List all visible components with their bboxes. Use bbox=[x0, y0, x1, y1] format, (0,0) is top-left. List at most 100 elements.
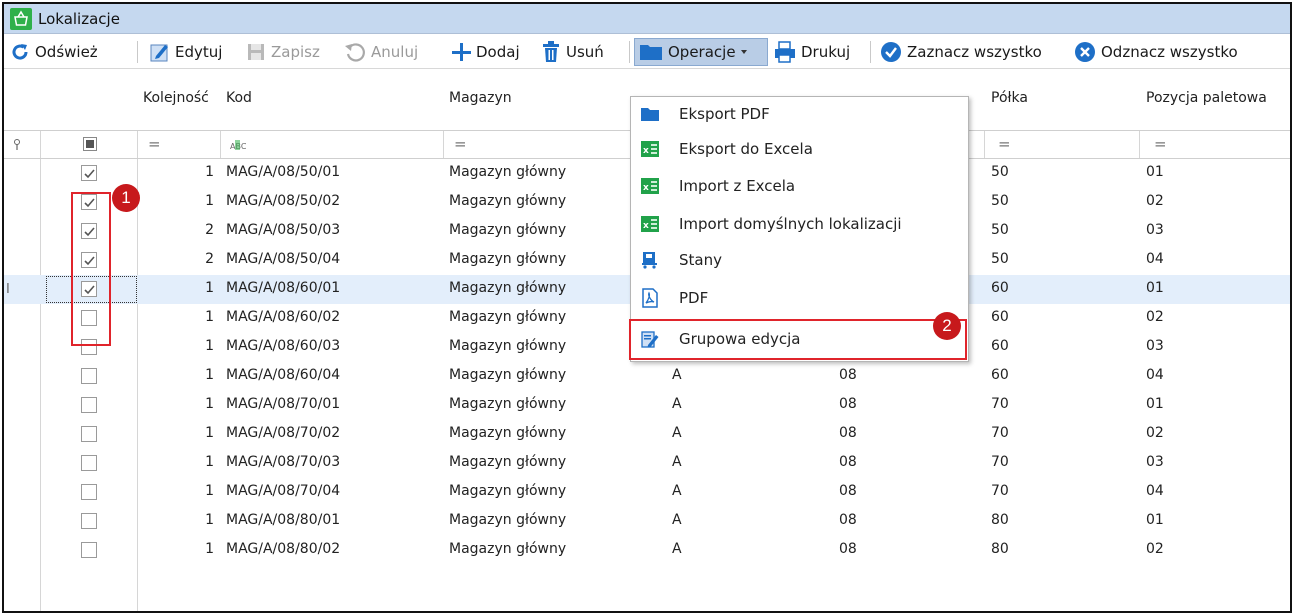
row-checkbox[interactable] bbox=[81, 513, 97, 529]
cell-order: 1 bbox=[205, 454, 214, 470]
row-checkbox[interactable] bbox=[81, 484, 97, 500]
select-all-checkbox[interactable] bbox=[83, 137, 97, 151]
cell-rack: 08 bbox=[839, 425, 857, 441]
row-checkbox[interactable] bbox=[81, 165, 97, 181]
cell-warehouse: Magazyn główny bbox=[449, 512, 567, 528]
cell-order: 1 bbox=[205, 396, 214, 412]
cell-code: MAG/A/08/50/02 bbox=[226, 193, 341, 209]
locations-window: Lokalizacje Odśwież Edytuj Zapisz Anuluj… bbox=[2, 2, 1292, 613]
row-checkbox[interactable] bbox=[81, 455, 97, 471]
filter-pin-icon bbox=[14, 139, 20, 150]
print-button[interactable]: Drukuj bbox=[774, 38, 850, 66]
column-header-pallet-position[interactable]: Pozycja paletowa bbox=[1146, 90, 1267, 106]
cell-rack: 08 bbox=[839, 512, 857, 528]
delete-button[interactable]: Usuń bbox=[541, 38, 604, 66]
cell-order: 1 bbox=[205, 425, 214, 441]
cell-code: MAG/A/08/50/03 bbox=[226, 222, 341, 238]
cell-pallet-position: 01 bbox=[1146, 512, 1164, 528]
cell-shelf: 50 bbox=[991, 164, 1009, 180]
filter-order[interactable]: = bbox=[148, 135, 161, 153]
cell-warehouse: Magazyn główny bbox=[449, 367, 567, 383]
cell-code: MAG/A/08/70/03 bbox=[226, 454, 341, 470]
toolbar-divider bbox=[870, 41, 871, 63]
edit-button[interactable]: Edytuj bbox=[150, 38, 222, 66]
save-button[interactable]: Zapisz bbox=[246, 38, 320, 66]
add-button[interactable]: Dodaj bbox=[451, 38, 520, 66]
cell-code: MAG/A/08/80/02 bbox=[226, 541, 341, 557]
column-header-code[interactable]: Kod bbox=[226, 90, 252, 106]
row-indicator-icon: I bbox=[6, 282, 10, 297]
filter-pallet-position[interactable]: = bbox=[1154, 135, 1167, 153]
table-row[interactable]: 1 MAG/A/08/60/04 Magazyn główny A 08 60 04 bbox=[4, 362, 1290, 391]
menu-item-export-excel[interactable]: x Eksport do Excela bbox=[631, 132, 968, 167]
menu-item-stock[interactable]: Stany bbox=[631, 243, 968, 278]
svg-text:x: x bbox=[643, 221, 649, 231]
cell-shelf: 80 bbox=[991, 512, 1009, 528]
trash-icon bbox=[543, 41, 559, 62]
refresh-button[interactable]: Odśwież bbox=[10, 38, 98, 66]
column-header-warehouse[interactable]: Magazyn bbox=[449, 90, 512, 106]
cell-order: 1 bbox=[205, 193, 214, 209]
svg-text:x: x bbox=[643, 146, 649, 156]
row-checkbox[interactable] bbox=[81, 542, 97, 558]
table-row[interactable]: 1 MAG/A/08/70/03 Magazyn główny A 08 70 03 bbox=[4, 449, 1290, 478]
row-checkbox[interactable] bbox=[81, 368, 97, 384]
cell-warehouse: Magazyn główny bbox=[449, 309, 567, 325]
basket-icon bbox=[10, 8, 32, 30]
undo-icon bbox=[345, 43, 365, 62]
toolbar-divider bbox=[629, 41, 630, 63]
cell-pallet-position: 03 bbox=[1146, 454, 1164, 470]
cell-code: MAG/A/08/60/04 bbox=[226, 367, 341, 383]
cell-zone: A bbox=[672, 454, 682, 470]
folder-icon bbox=[641, 108, 659, 121]
cell-code: MAG/A/08/60/02 bbox=[226, 309, 341, 325]
cell-shelf: 80 bbox=[991, 541, 1009, 557]
cell-pallet-position: 01 bbox=[1146, 164, 1164, 180]
cell-pallet-position: 02 bbox=[1146, 193, 1164, 209]
menu-item-pdf[interactable]: PDF bbox=[631, 281, 968, 316]
excel-icon: x bbox=[641, 141, 659, 157]
cell-shelf: 60 bbox=[991, 367, 1009, 383]
cell-code: MAG/A/08/80/01 bbox=[226, 512, 341, 528]
cell-zone: A bbox=[672, 483, 682, 499]
column-header-shelf[interactable]: Półka bbox=[991, 90, 1028, 106]
column-header-order[interactable]: Kolejność bbox=[143, 90, 209, 106]
cell-pallet-position: 03 bbox=[1146, 338, 1164, 354]
deselect-all-button[interactable]: Odznacz wszystko bbox=[1074, 38, 1238, 66]
cancel-button[interactable]: Anuluj bbox=[344, 38, 418, 66]
operations-dropdown-button[interactable]: Operacje bbox=[634, 38, 768, 66]
row-checkbox[interactable] bbox=[81, 426, 97, 442]
menu-item-import-excel[interactable]: x Import z Excela bbox=[631, 169, 968, 204]
table-row[interactable]: 1 MAG/A/08/70/04 Magazyn główny A 08 70 04 bbox=[4, 478, 1290, 507]
row-checkbox[interactable] bbox=[81, 397, 97, 413]
cell-warehouse: Magazyn główny bbox=[449, 396, 567, 412]
cell-shelf: 50 bbox=[991, 193, 1009, 209]
table-row[interactable]: 1 MAG/A/08/80/01 Magazyn główny A 08 80 01 bbox=[4, 507, 1290, 536]
table-row[interactable]: 1 MAG/A/08/70/02 Magazyn główny A 08 70 02 bbox=[4, 420, 1290, 449]
cell-zone: A bbox=[672, 541, 682, 557]
cell-zone: A bbox=[672, 367, 682, 383]
cell-shelf: 70 bbox=[991, 396, 1009, 412]
filter-warehouse[interactable]: = bbox=[454, 135, 467, 153]
menu-item-import-default-locations[interactable]: x Import domyślnych lokalizacji bbox=[631, 207, 968, 242]
pdf-icon bbox=[642, 288, 658, 308]
cell-pallet-position: 02 bbox=[1146, 309, 1164, 325]
cell-code: MAG/A/08/50/01 bbox=[226, 164, 341, 180]
table-row[interactable]: 1 MAG/A/08/80/02 Magazyn główny A 08 80 02 bbox=[4, 536, 1290, 565]
cell-pallet-position: 04 bbox=[1146, 483, 1164, 499]
cell-shelf: 60 bbox=[991, 338, 1009, 354]
table-row[interactable]: 1 MAG/A/08/70/01 Magazyn główny A 08 70 01 bbox=[4, 391, 1290, 420]
title-bar: Lokalizacje bbox=[4, 4, 1290, 34]
select-all-button[interactable]: Zaznacz wszystko bbox=[880, 38, 1042, 66]
cell-warehouse: Magazyn główny bbox=[449, 483, 567, 499]
menu-item-export-pdf[interactable]: Eksport PDF bbox=[631, 97, 968, 132]
cell-shelf: 50 bbox=[991, 251, 1009, 267]
cell-zone: A bbox=[672, 512, 682, 528]
filter-shelf[interactable]: = bbox=[998, 135, 1011, 153]
cell-shelf: 50 bbox=[991, 222, 1009, 238]
indeterminate-mark bbox=[86, 140, 94, 148]
cell-pallet-position: 04 bbox=[1146, 367, 1164, 383]
cell-order: 1 bbox=[205, 280, 214, 296]
text-filter-icon[interactable]: ABC bbox=[230, 140, 246, 150]
cell-order: 2 bbox=[205, 251, 214, 267]
